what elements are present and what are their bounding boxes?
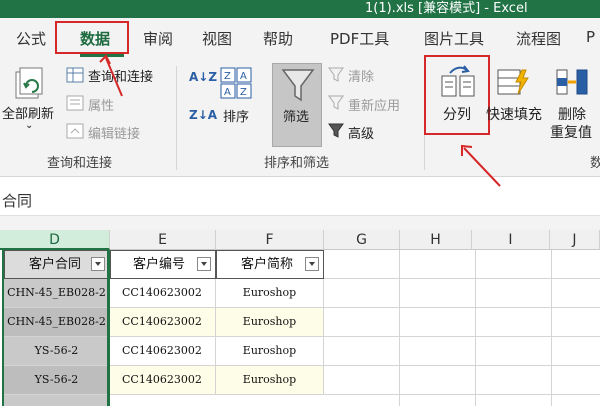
annotation-arrows (99, 54, 501, 187)
